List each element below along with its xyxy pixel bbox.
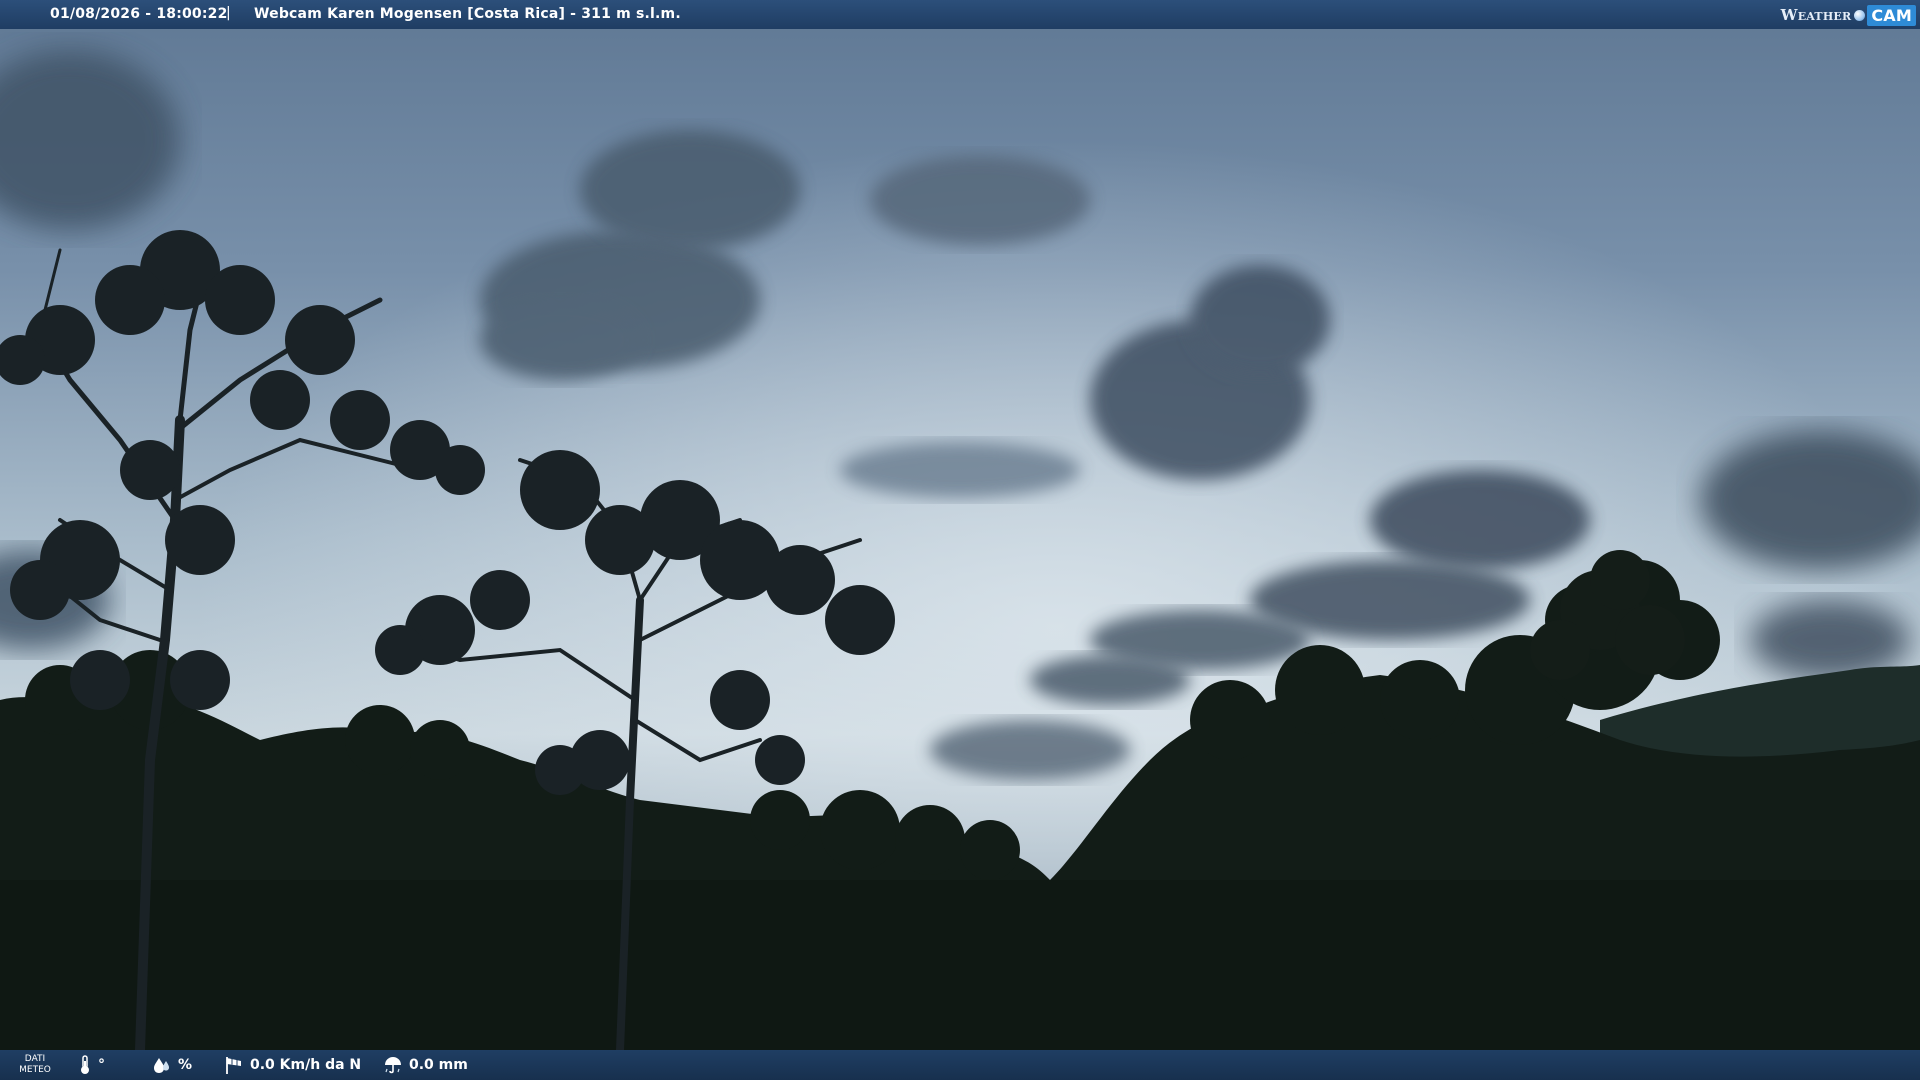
brand-cam-text: CAM [1867, 4, 1916, 26]
timestamp: 01/08/2026 - 18:00:22 [50, 6, 228, 22]
wind-metric: 0.0 Km/h da N [224, 1055, 361, 1075]
webcam-caption: Webcam Karen Mogensen [Costa Rica] - 311… [254, 6, 681, 22]
header-separator: | [226, 5, 231, 21]
rain-metric: 0.0 mm [383, 1055, 468, 1075]
dati-line1: DATI [24, 1054, 46, 1064]
humidity-metric: % [152, 1055, 192, 1075]
wind-value: 0.0 Km/h da N [250, 1057, 362, 1073]
dati-meteo-label: DATI METEO [18, 1054, 52, 1076]
humidity-value: % [178, 1057, 193, 1073]
brand-globe-icon [1854, 9, 1866, 21]
windsock-icon [226, 1057, 241, 1074]
webcam-frame: 01/08/2026 - 18:00:22 | Webcam Karen Mog… [0, 0, 1920, 1080]
dati-line2: METEO [19, 1065, 51, 1075]
temperature-value: ° [98, 1057, 105, 1073]
weathercam-logo[interactable]: Weather CAM [1781, 4, 1916, 26]
thermometer-icon [81, 1055, 89, 1074]
rain-value: 0.0 mm [409, 1057, 468, 1073]
brand-weather-text: Weather [1780, 6, 1852, 24]
webcam-scene [0, 0, 1920, 1080]
weather-data-bar: DATI METEO ° % 0.0 Km/h da N 0.0 mm [0, 1050, 1920, 1080]
temperature-metric: ° [78, 1055, 105, 1075]
top-info-bar: 01/08/2026 - 18:00:22 | Webcam Karen Mog… [0, 0, 1920, 29]
umbrella-icon [385, 1057, 401, 1074]
droplets-icon [154, 1058, 169, 1073]
